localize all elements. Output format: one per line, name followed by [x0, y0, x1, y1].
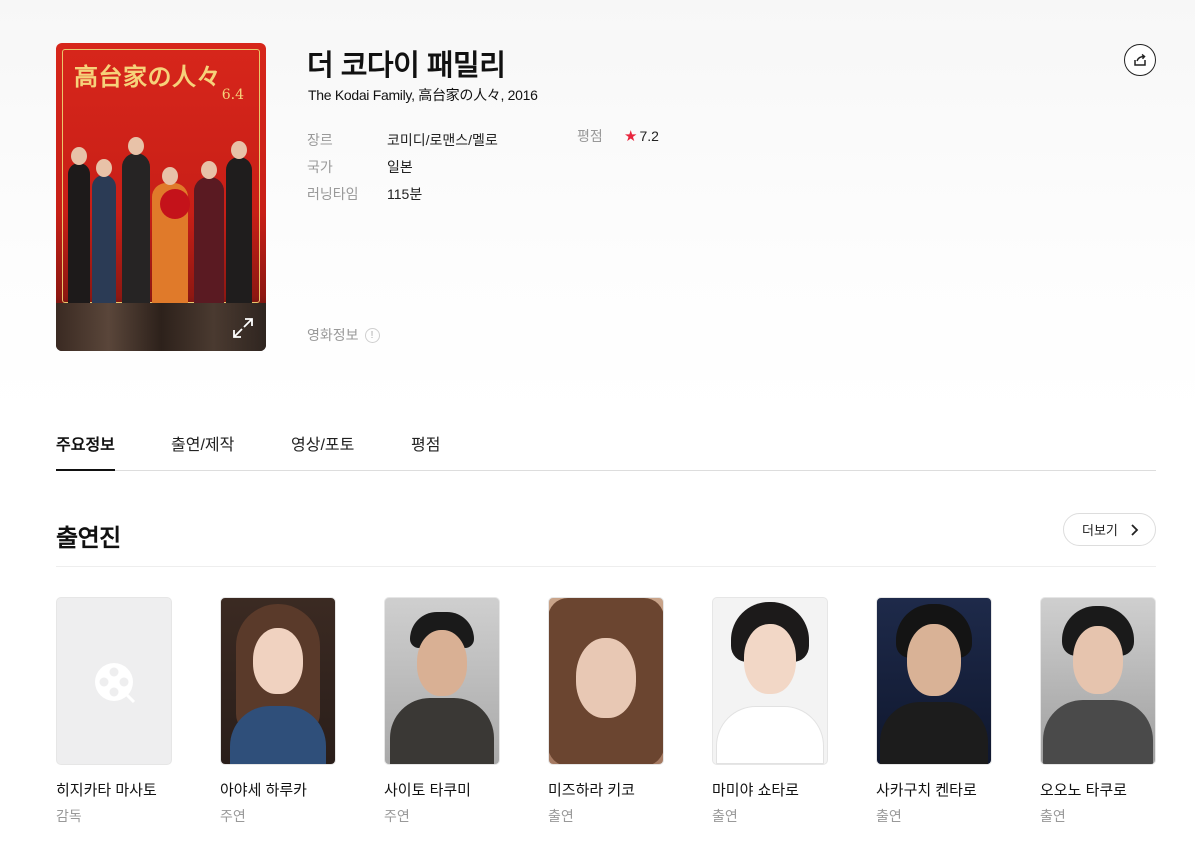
cast-photo [220, 597, 336, 765]
meta-value: 115분 [387, 185, 423, 202]
cast-photo [712, 597, 828, 765]
meta-row-runtime: 러닝타임 115분 [307, 180, 498, 207]
movie-info-link[interactable]: 영화정보 ! [307, 325, 380, 345]
cast-name: 사이토 타쿠미 [384, 782, 471, 799]
tab-bar: 주요정보 출연/제작 영상/포토 평점 [56, 427, 1156, 471]
share-button[interactable] [1124, 44, 1156, 76]
meta-value: 코미디/로맨스/멜로 [387, 131, 498, 148]
film-reel-icon [95, 663, 136, 704]
cast-role: 출연 [1040, 808, 1066, 824]
section-divider [56, 566, 1156, 567]
cast-role: 주연 [220, 808, 246, 824]
cast-role: 감독 [56, 808, 82, 824]
cast-card[interactable]: 히지카타 마사토 감독 [56, 597, 172, 826]
cast-role: 출연 [548, 808, 574, 824]
more-button[interactable]: 더보기 [1063, 513, 1156, 546]
cast-card[interactable]: 오오노 타쿠로 출연 [1040, 597, 1156, 826]
movie-info-label: 영화정보 [307, 327, 359, 343]
cast-card[interactable]: 미즈하라 키코 출연 [548, 597, 664, 826]
expand-poster-button[interactable] [228, 313, 258, 343]
more-label: 더보기 [1082, 523, 1118, 538]
meta-key: 러닝타임 [307, 185, 359, 202]
cast-photo-placeholder [56, 597, 172, 765]
expand-icon [233, 318, 253, 338]
cast-section-title: 출연진 [56, 525, 121, 552]
poster-date-text: 6.4 [221, 87, 244, 103]
info-icon: ! [364, 327, 380, 343]
cast-name: 히지카타 마사토 [56, 782, 157, 799]
cast-name: 미즈하라 키코 [548, 782, 635, 799]
cast-role: 주연 [384, 808, 410, 824]
tab-video-photo[interactable]: 영상/포토 [291, 431, 354, 471]
cast-role: 출연 [712, 808, 738, 824]
share-icon [1134, 53, 1146, 66]
cast-card[interactable]: 사이토 타쿠미 주연 [384, 597, 500, 826]
cast-card[interactable]: 아야세 하루카 주연 [220, 597, 336, 826]
tab-reviews[interactable]: 평점 [411, 431, 440, 471]
movie-meta: 장르 코미디/로맨스/멜로 국가 일본 러닝타임 115분 [307, 126, 498, 207]
cast-photo [876, 597, 992, 765]
poster-title-text: 高台家の人々 [74, 62, 221, 91]
chevron-right-icon [1131, 524, 1139, 536]
movie-title: 더 코다이 패밀리 [307, 50, 506, 82]
cast-name: 마미야 쇼타로 [712, 782, 799, 799]
tab-main-info[interactable]: 주요정보 [56, 431, 115, 471]
star-icon: ★ [624, 128, 638, 145]
cast-name: 아야세 하루카 [220, 782, 307, 799]
movie-rating: 평점 ★ 7.2 [577, 126, 659, 146]
rating-value: 7.2 [639, 128, 659, 144]
movie-poster[interactable]: 高台家の人々 6.4 [56, 43, 266, 351]
cast-card[interactable]: 사카구치 켄타로 출연 [876, 597, 992, 826]
cast-name: 사카구치 켄타로 [876, 782, 977, 799]
cast-photo [1040, 597, 1156, 765]
cast-photo [548, 597, 664, 765]
cast-card[interactable]: 마미야 쇼타로 출연 [712, 597, 828, 826]
meta-key: 장르 [307, 131, 333, 148]
rating-key: 평점 [577, 128, 603, 144]
tab-cast-crew[interactable]: 출연/제작 [171, 431, 234, 471]
cast-photo [384, 597, 500, 765]
meta-row-country: 국가 일본 [307, 153, 498, 180]
cast-role: 출연 [876, 808, 902, 824]
meta-value: 일본 [387, 158, 413, 175]
cast-name: 오오노 타쿠로 [1040, 782, 1127, 799]
poster-figures [56, 103, 266, 303]
meta-row-genre: 장르 코미디/로맨스/멜로 [307, 126, 498, 153]
meta-key: 국가 [307, 158, 333, 175]
movie-subtitle: The Kodai Family, 高台家の人々, 2016 [308, 87, 538, 103]
